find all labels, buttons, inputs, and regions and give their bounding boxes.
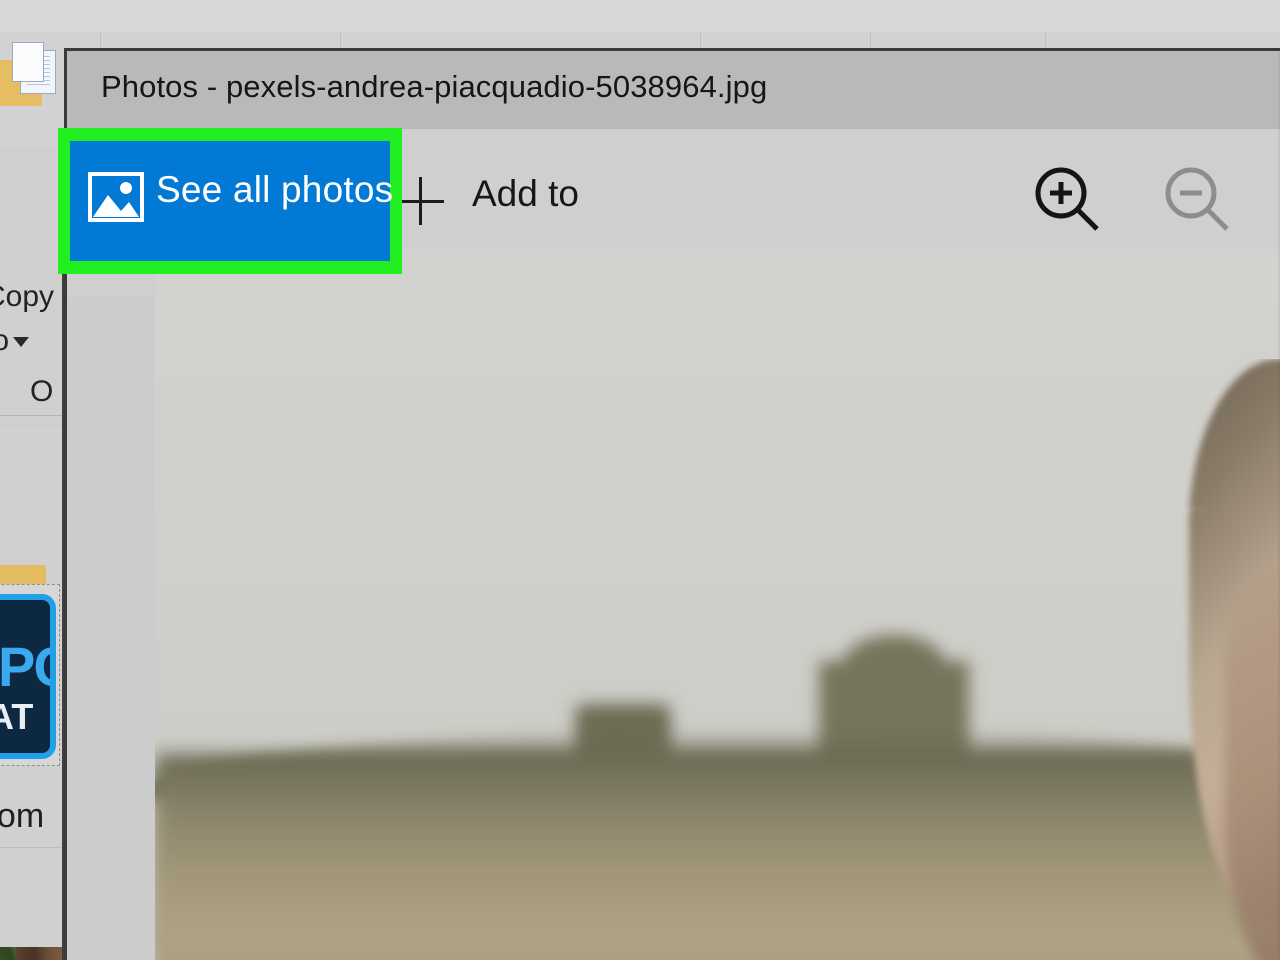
zoom-in-button[interactable]: [1025, 160, 1115, 246]
photo-hair-strands: [1179, 509, 1271, 939]
panel-divider: [0, 425, 62, 426]
panel-divider: [0, 847, 62, 848]
chevron-down-icon[interactable]: [13, 336, 30, 347]
explorer-left-panel: Copyto O PC AT oom: [0, 147, 64, 960]
plus-icon: [396, 177, 444, 225]
photos-title-bar: Photos - pexels-andrea-piacquadio-503896…: [67, 51, 1280, 129]
photo-image: [155, 249, 1280, 960]
file-name-room-label: oom: [0, 797, 45, 835]
explorer-ribbon-top-strip: [0, 0, 1280, 33]
thumbnail-at-text: AT: [0, 696, 34, 737]
photo-sky-region: [155, 249, 1280, 809]
page-title: Photos - pexels-andrea-piacquadio-503896…: [101, 69, 768, 104]
photo-foreground-haze: [155, 763, 1280, 960]
file-thumbnail-pc[interactable]: PC AT: [0, 594, 56, 759]
panel-divider: [0, 415, 62, 416]
magnifier-minus-icon: [1165, 167, 1229, 231]
organize-label: O: [30, 375, 54, 408]
photo-viewer-canvas[interactable]: [155, 249, 1280, 960]
file-thumbnail-tree-photo[interactable]: [0, 947, 62, 960]
photo-gallery-icon: [88, 172, 144, 222]
window-left-border: [62, 255, 64, 960]
see-all-photos-button[interactable]: See all photos: [70, 141, 394, 261]
see-all-photos-label: See all photos: [156, 169, 394, 210]
photo-person: [1159, 359, 1280, 960]
copy-pages-front-icon[interactable]: [12, 42, 44, 82]
zoom-out-button[interactable]: [1155, 160, 1245, 246]
add-to-label: Add to: [472, 173, 579, 214]
thumbnail-pc-text: PC: [0, 635, 50, 698]
magnifier-plus-icon: [1035, 167, 1099, 231]
screenshot-root: ✕ Move to New item Select all Copyto O P…: [0, 0, 1280, 960]
copy-to-button[interactable]: Copyto: [0, 275, 54, 362]
